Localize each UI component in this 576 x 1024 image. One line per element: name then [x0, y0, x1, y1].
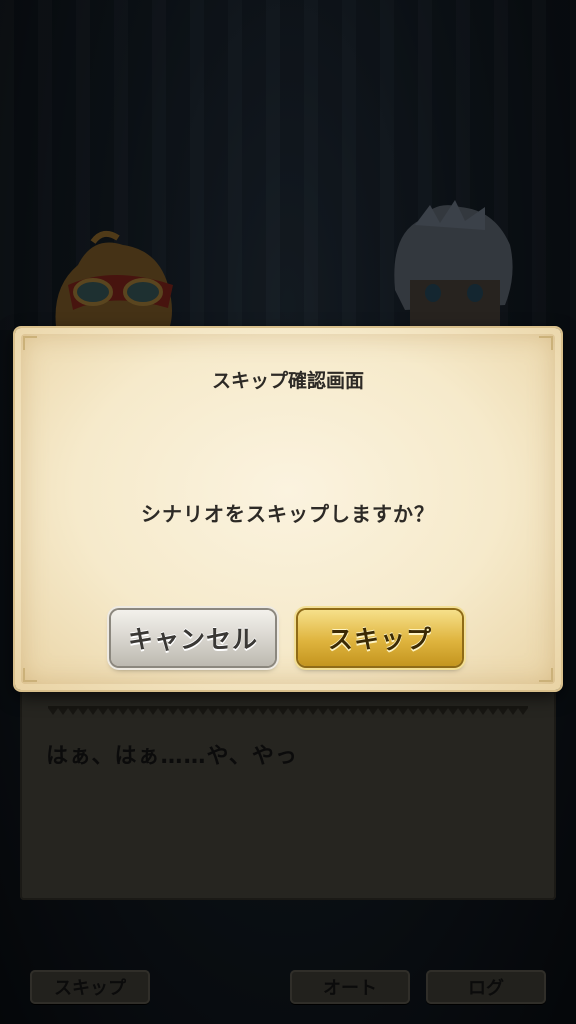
confirm-skip-button[interactable]: スキップ — [298, 610, 462, 666]
dialog-message: シナリオをスキップしますか？ — [141, 502, 435, 526]
skip-confirm-dialog: スキップ確認画面 シナリオをスキップしますか？ キャンセル スキップ — [15, 328, 561, 690]
parchment-corner-decoration — [539, 336, 553, 350]
parchment-corner-decoration — [539, 668, 553, 682]
dialog-title: スキップ確認画面 — [211, 370, 364, 392]
cancel-button[interactable]: キャンセル — [111, 610, 275, 666]
parchment-corner-decoration — [23, 668, 37, 682]
parchment-corner-decoration — [23, 336, 37, 350]
